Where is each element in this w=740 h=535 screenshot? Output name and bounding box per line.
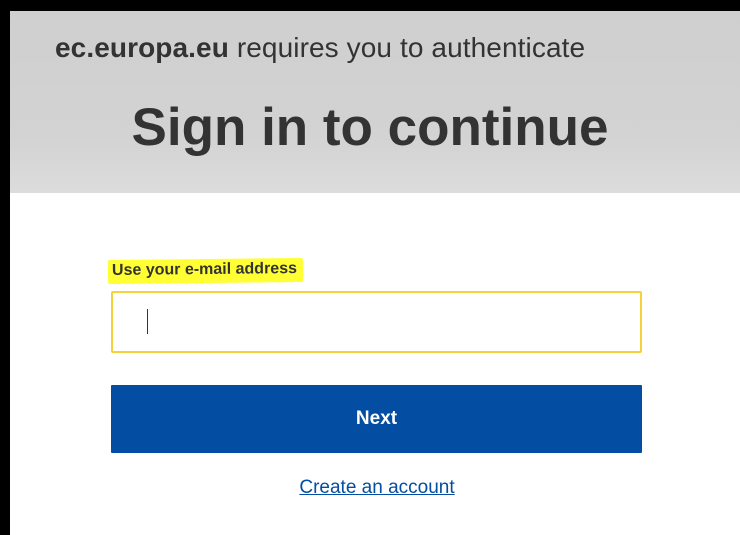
- text-caret: [147, 309, 148, 334]
- page-header: ec.europa.eu requires you to authenticat…: [10, 11, 740, 193]
- window-border-top: [0, 0, 740, 11]
- login-window: ec.europa.eu requires you to authenticat…: [0, 0, 740, 535]
- email-label: Use your e-mail address: [107, 257, 304, 285]
- email-input[interactable]: [111, 291, 642, 353]
- auth-message: ec.europa.eu requires you to authenticat…: [55, 32, 585, 64]
- create-account-link[interactable]: Create an account: [0, 477, 740, 499]
- page-title: Sign in to continue: [131, 98, 609, 157]
- auth-message-text: requires you to authenticate: [228, 32, 586, 63]
- window-border-left: [0, 0, 10, 535]
- next-button[interactable]: Next: [111, 385, 642, 453]
- auth-domain: ec.europa.eu: [55, 32, 229, 63]
